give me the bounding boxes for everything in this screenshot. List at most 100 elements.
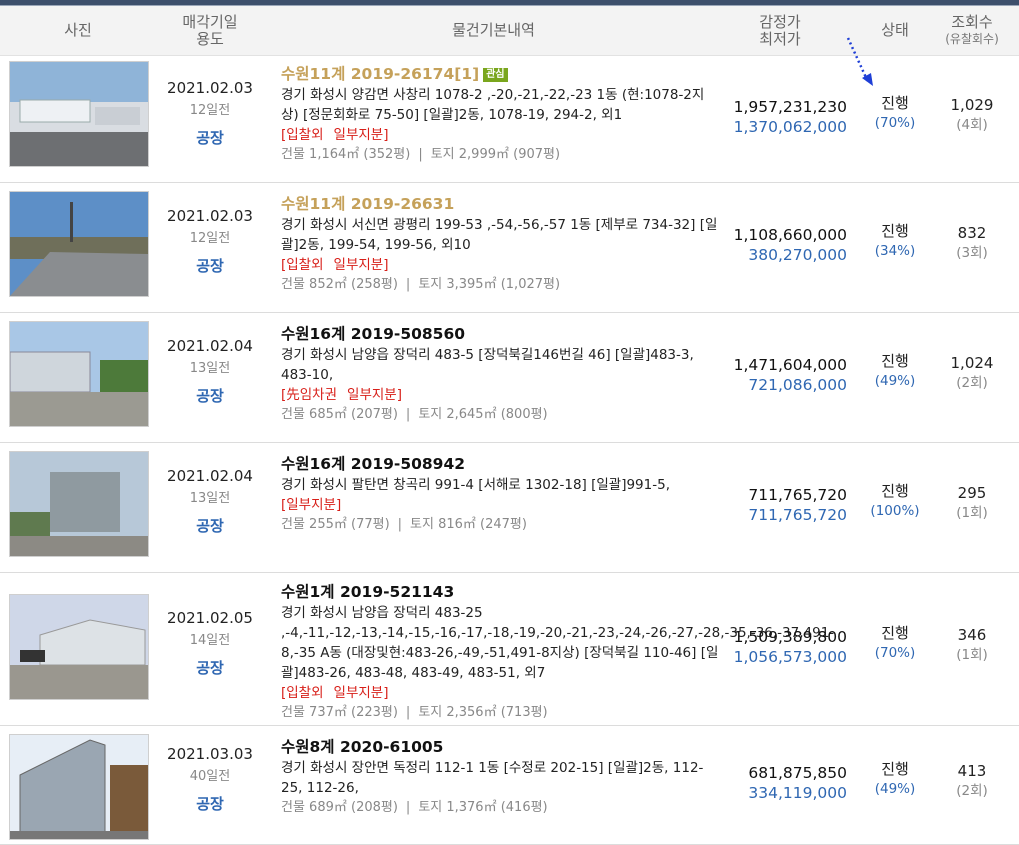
sale-date: 2021.03.03: [167, 745, 253, 763]
view-count: 413: [957, 762, 987, 780]
tags: [입찰외 일부지분]: [281, 255, 721, 275]
property-use[interactable]: 공장: [150, 793, 270, 814]
days-left: 40일전: [189, 769, 231, 784]
property-photo[interactable]: [9, 191, 149, 297]
property-photo[interactable]: [9, 321, 149, 427]
table-row[interactable]: 2021.02.04 13일전 공장 수원16계 2019-508560 경기 …: [0, 312, 1019, 443]
status-text: 진행: [881, 482, 909, 500]
table-row[interactable]: 2021.02.03 12일전 공장 수원11계 2019-26174[1] 관심…: [0, 56, 1019, 183]
case-number-link[interactable]: 수원1계 2019-521143: [281, 583, 454, 601]
area-info: 건물 255㎡ (77평) | 토지 816㎡ (247평): [281, 517, 527, 532]
col-min-price-label: 최저가: [759, 29, 801, 48]
days-left: 12일전: [189, 231, 231, 246]
tag: [先임차권: [281, 387, 338, 403]
property-use[interactable]: 공장: [150, 385, 270, 406]
minimum-price: 721,086,000: [748, 376, 847, 394]
property-use[interactable]: 공장: [150, 127, 270, 148]
col-price: 감정가 최저가: [740, 6, 820, 55]
col-appraisal-label: 감정가: [759, 12, 801, 31]
col-views-label: 조회수: [951, 12, 993, 31]
status-percent: (70%): [874, 115, 916, 131]
sale-date: 2021.02.04: [167, 467, 253, 485]
view-count: 346: [957, 626, 987, 644]
fail-count: (3회): [956, 245, 988, 261]
case-number-link[interactable]: 수원11계 2019-26631: [281, 195, 454, 213]
property-photo[interactable]: [9, 594, 149, 700]
land-area: 토지 1,376㎡ (416평): [418, 800, 548, 815]
days-left: 14일전: [189, 633, 231, 648]
price-block: 1,108,660,000 380,270,000: [726, 225, 847, 265]
property-photo[interactable]: [9, 61, 149, 167]
price-block: 1,957,231,230 1,370,062,000: [726, 97, 847, 137]
col-use-label: 용도: [196, 29, 224, 48]
views-block: 1,029 (4회): [935, 95, 1009, 135]
property-photo[interactable]: [9, 451, 149, 557]
property-use[interactable]: 공장: [150, 255, 270, 276]
tags: [입찰외 일부지분]: [281, 125, 721, 145]
views-block: 413 (2회): [935, 761, 1009, 801]
property-use[interactable]: 공장: [150, 515, 270, 536]
fail-count: (2회): [956, 375, 988, 391]
building-area: 건물 852㎡ (258평): [281, 277, 398, 292]
building-area: 건물 685㎡ (207평): [281, 407, 398, 422]
minimum-price: 334,119,000: [748, 784, 847, 802]
area-info: 건물 852㎡ (258평) | 토지 3,395㎡ (1,027평): [281, 277, 561, 292]
address: 경기 화성시 남양읍 장덕리 483-25 ,-4,-11,-12,-13,-1…: [281, 605, 835, 681]
table-row[interactable]: 2021.02.05 14일전 공장 수원1계 2019-521143 경기 화…: [0, 572, 1019, 726]
case-number-link[interactable]: 수원16계 2019-508942: [281, 455, 465, 473]
land-area: 토지 2,999㎡ (907평): [430, 147, 561, 162]
interest-badge: 관심: [483, 68, 508, 82]
tag: [입찰외: [281, 685, 324, 701]
table-row[interactable]: 2021.02.03 12일전 공장 수원11계 2019-26631 경기 화…: [0, 182, 1019, 313]
view-count: 1,024: [950, 354, 994, 372]
property-use[interactable]: 공장: [150, 657, 270, 678]
appraisal-price: 1,471,604,000: [733, 356, 847, 374]
col-fail-label: (유찰회수): [945, 31, 999, 46]
property-details: 수원8계 2020-61005 경기 화성시 장안면 독정리 112-1 1동 …: [281, 737, 721, 818]
status-text: 진행: [881, 760, 909, 778]
status-percent: (34%): [874, 243, 916, 259]
views-block: 295 (1회): [935, 483, 1009, 523]
address: 경기 화성시 팔탄면 창곡리 991-4 [서해로 1302-18] [일괄]9…: [281, 477, 670, 493]
case-number-link[interactable]: 수원11계 2019-26174[1]: [281, 65, 479, 83]
sale-date: 2021.02.05: [167, 609, 253, 627]
area-info: 건물 737㎡ (223평) | 토지 2,356㎡ (713평): [281, 705, 548, 720]
status-text: 진행: [881, 94, 909, 112]
status-block: 진행 (100%): [852, 481, 938, 521]
status-percent: (49%): [874, 781, 916, 797]
view-count: 295: [957, 484, 987, 502]
view-count: 1,029: [950, 96, 994, 114]
table-row[interactable]: 2021.03.03 40일전 공장 수원8계 2020-61005 경기 화성…: [0, 725, 1019, 845]
property-details: 수원11계 2019-26174[1] 관심 경기 화성시 양감면 사창리 107…: [281, 64, 721, 165]
building-area: 건물 255㎡ (77평): [281, 517, 390, 532]
address: 경기 화성시 양감면 사창리 1078-2 ,-20,-21,-22,-23 1…: [281, 87, 705, 123]
tags: [일부지분]: [281, 495, 721, 515]
appraisal-price: 1,108,660,000: [733, 226, 847, 244]
price-block: 1,509,389,800 1,056,573,000: [726, 627, 847, 667]
col-photo-label: 사진: [64, 21, 92, 39]
address: 경기 화성시 남양읍 장덕리 483-5 [장덕북길146번길 46] [일괄]…: [281, 347, 694, 383]
property-photo[interactable]: [9, 734, 149, 840]
minimum-price: 711,765,720: [748, 506, 847, 524]
col-status-label: 상태: [881, 21, 909, 39]
status-percent: (100%): [870, 503, 920, 519]
status-block: 진행 (49%): [852, 351, 938, 391]
appraisal-price: 1,509,389,800: [733, 628, 847, 646]
col-views: 조회수 (유찰회수): [935, 6, 1009, 55]
land-area: 토지 2,645㎡ (800평): [418, 407, 548, 422]
status-text: 진행: [881, 222, 909, 240]
days-left: 13일전: [189, 361, 231, 376]
price-block: 681,875,850 334,119,000: [726, 763, 847, 803]
table-row[interactable]: 2021.02.04 13일전 공장 수원16계 2019-508942 경기 …: [0, 442, 1019, 573]
col-details: 물건기본내역: [281, 6, 706, 55]
col-date: 매각기일 용도: [150, 6, 270, 55]
col-details-label: 물건기본내역: [452, 21, 535, 39]
case-number-link[interactable]: 수원8계 2020-61005: [281, 738, 443, 756]
address: 경기 화성시 장안면 독정리 112-1 1동 [수정로 202-15] [일괄…: [281, 760, 704, 796]
price-block: 711,765,720 711,765,720: [726, 485, 847, 525]
case-number-link[interactable]: 수원16계 2019-508560: [281, 325, 465, 343]
col-photo: 사진: [9, 6, 147, 55]
days-left: 12일전: [189, 103, 231, 118]
minimum-price: 1,370,062,000: [733, 118, 847, 136]
property-details: 수원16계 2019-508560 경기 화성시 남양읍 장덕리 483-5 […: [281, 324, 721, 425]
